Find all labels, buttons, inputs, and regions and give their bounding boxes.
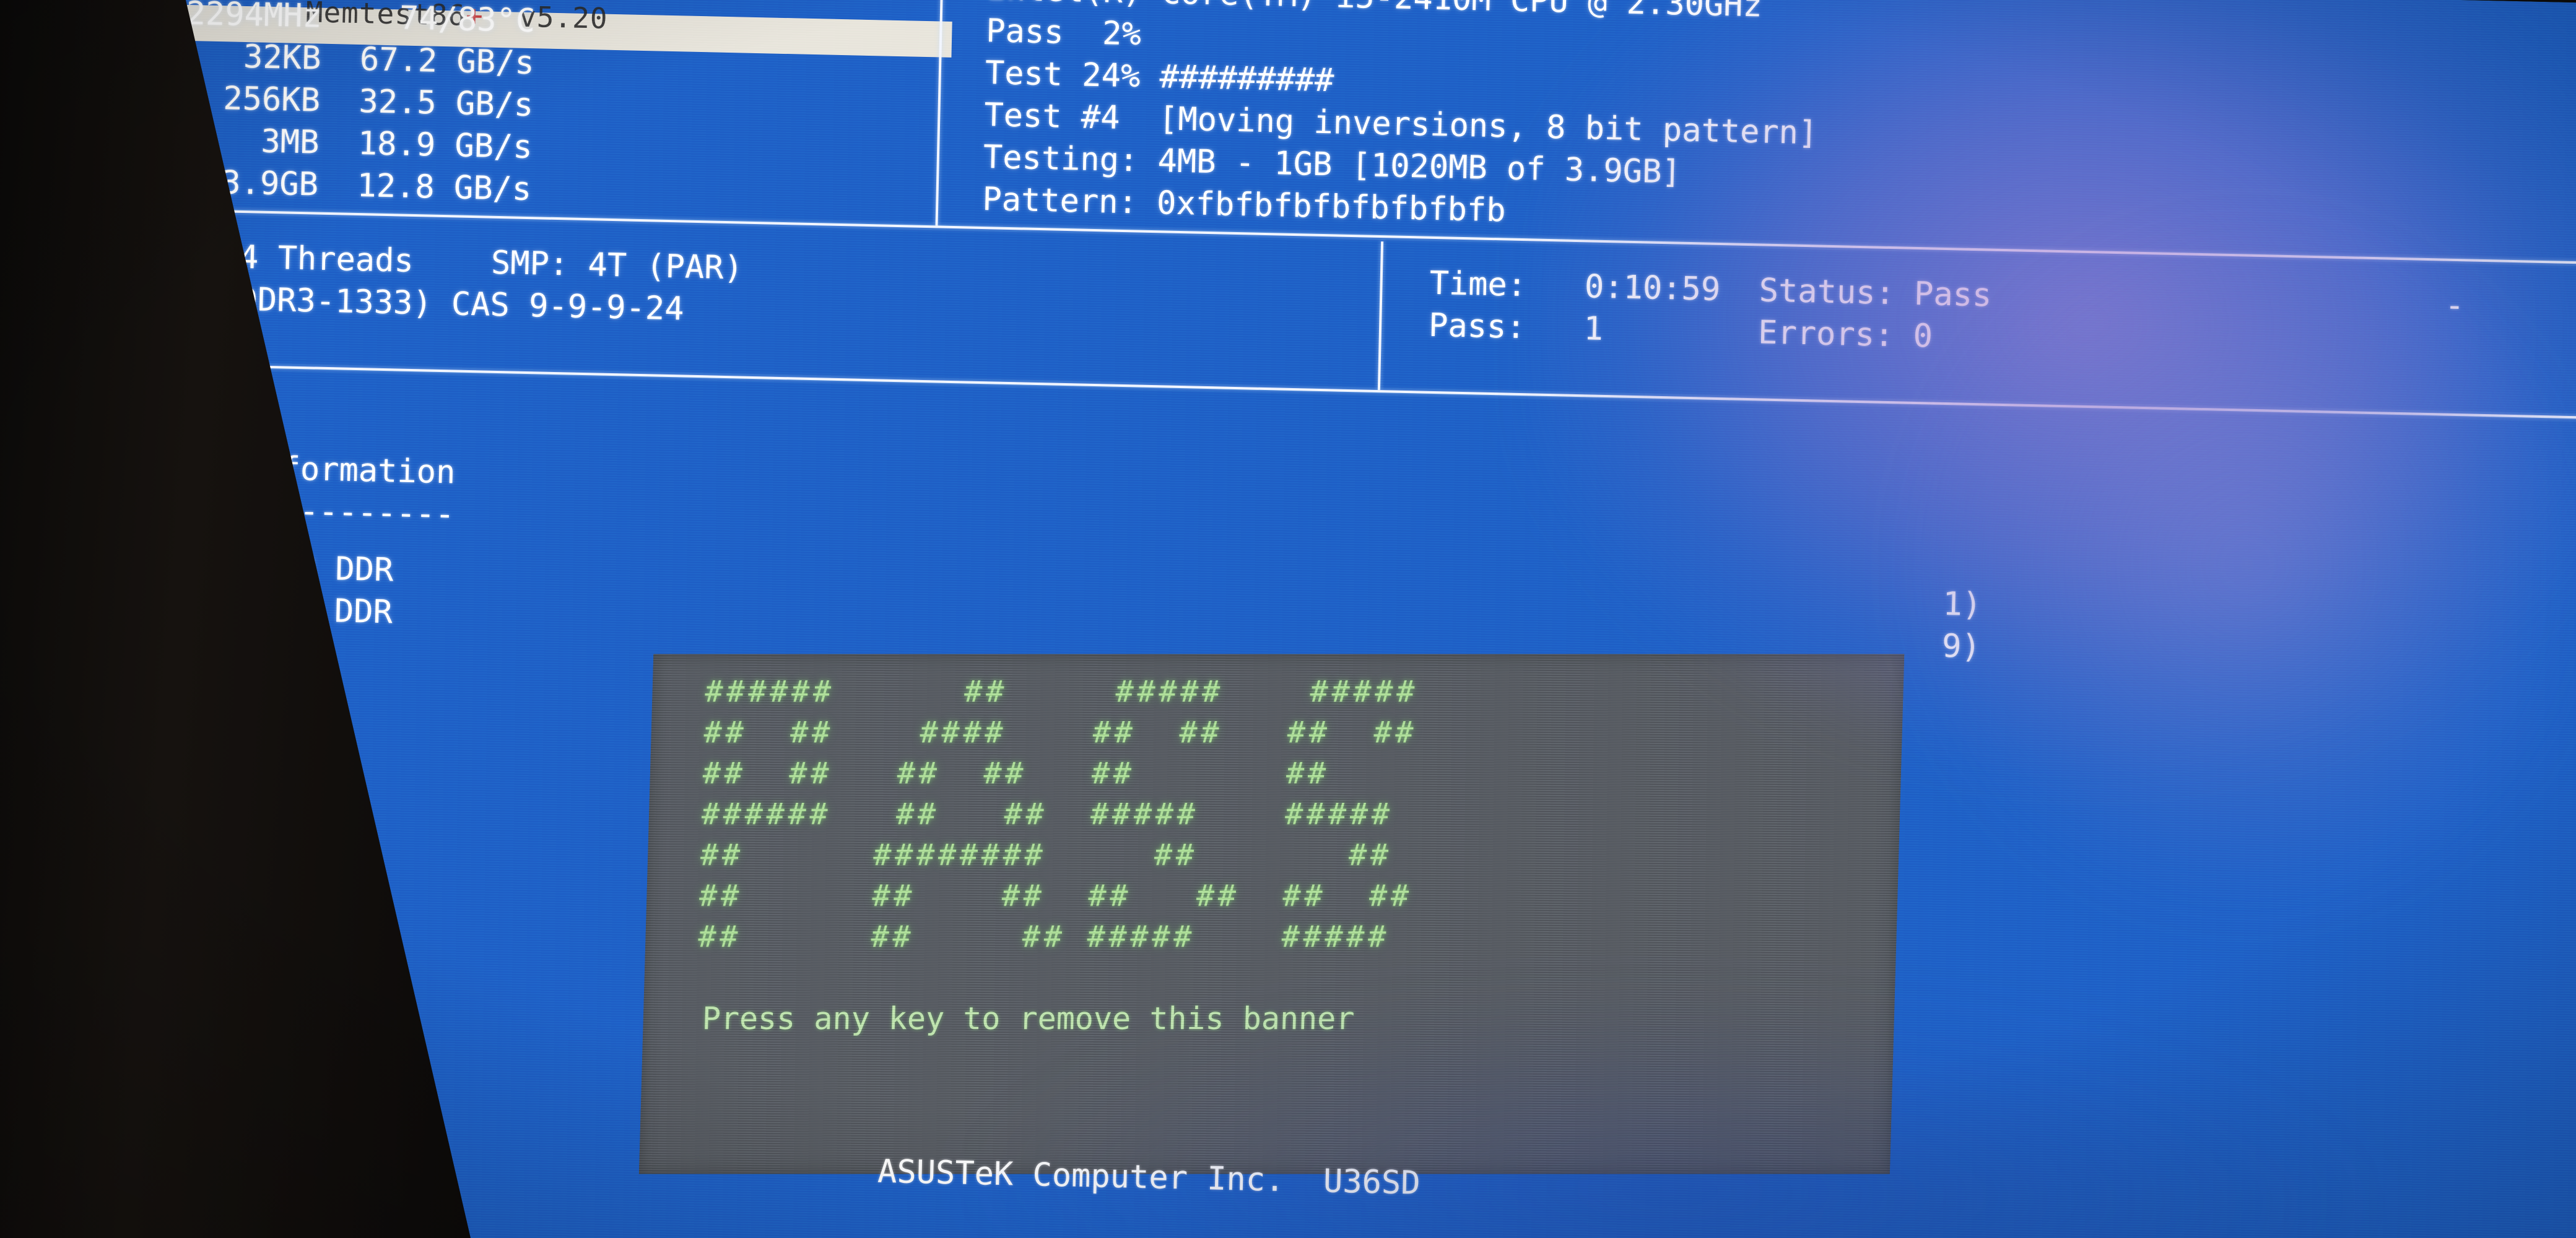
banner-dismiss-hint: Press any key to remove this banner [702,1000,1355,1037]
pass-percent-row: Pass 2% [985,12,1142,53]
pass-banner-overlay[interactable]: ###### ## ##### ##### ## ## #### ## ## #… [638,654,1905,1174]
photo-of-laptop-screen: Memtest86+ v5.20 CLK/Temp: 2294MHz 74/83… [0,0,2576,1238]
spd-slot-2-tail: 9) [1941,627,1982,666]
column-divider [935,0,944,226]
status-divider [1377,241,1384,391]
pass-ascii-art: ###### ## ##### ##### ## ## #### ## ## #… [697,674,1419,954]
test-percent-row: Test 24% ######### [985,54,1334,100]
activity-spinner: - [2444,287,2465,325]
divider-bottom [0,359,2576,420]
spd-slot-0-tail: 1) [1942,586,1982,624]
